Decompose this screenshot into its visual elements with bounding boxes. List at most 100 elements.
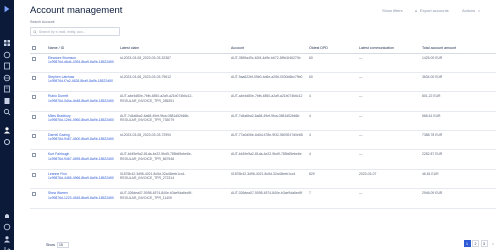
chevron-right-icon — [491, 242, 494, 245]
total-amount-cell: 2282.87 EUR — [420, 149, 496, 170]
account-name-link[interactable]: Eleanore Brumson — [48, 56, 76, 60]
select-all-checkbox[interactable] — [32, 45, 36, 50]
logout-icon[interactable] — [3, 241, 11, 250]
help-icon[interactable] — [3, 218, 11, 231]
account-id-link[interactable]: 1c99876d-f7a2-4628-8ba9-8a9b-18522d50 — [48, 79, 113, 83]
page-button-3[interactable]: 3 — [480, 240, 488, 247]
page-size-label: Show — [46, 242, 55, 247]
user-profile-icon[interactable] — [3, 230, 11, 243]
account-name-link[interactable]: Kurt Fairlough — [48, 152, 69, 156]
account-cell: AUT-7c8a6ba2-6a68-49ef-9fca-0881d52b66b — [229, 111, 307, 132]
table-row[interactable]: Miles Bradbury 1c99876d-12b4-4960-8ba9-8a… — [30, 111, 496, 132]
main-content: Account management Show filters Export a… — [14, 0, 496, 250]
reports-icon[interactable] — [3, 80, 11, 93]
account-id-link[interactable]: 1c99876d-9467-4595-8ba9-8a9b-18522d50 — [48, 157, 114, 161]
column-header-oldest-dpd[interactable]: Oldest DPD — [307, 44, 357, 54]
account-name-link[interactable]: Darrell Gazing — [48, 133, 70, 137]
notifications-icon[interactable] — [3, 207, 11, 218]
chevron-down-icon — [477, 9, 481, 12]
invoices-icon[interactable] — [3, 92, 11, 104]
account-cell: AUT-b449e9a2-81da-4e22-9bd9-785b69ebe6e — [229, 149, 307, 170]
column-header-account[interactable]: Account — [229, 44, 307, 54]
row-checkbox[interactable] — [32, 95, 36, 100]
table-header-row: Name / ID Latest claim Account Oldest DP… — [30, 44, 496, 54]
latest-claim-cell: id-2023-03-08_2023-03-03-79612 — [118, 72, 229, 93]
total-amount-cell: 801.22 EUR — [420, 91, 496, 112]
search-box[interactable] — [30, 27, 120, 36]
search-input[interactable] — [38, 29, 119, 34]
latest-communication-cell: — — [357, 130, 420, 151]
table-row[interactable]: Kurt Fairlough 1c99876d-9467-4595-8ba9-8a… — [30, 149, 496, 170]
row-checkbox[interactable] — [32, 114, 36, 119]
oldest-dpd-cell: 60 — [307, 72, 357, 93]
actions-label: Actions — [462, 8, 476, 13]
row-checkbox[interactable] — [32, 192, 36, 197]
total-amount-cell: 3634.00 EUR — [420, 72, 496, 93]
latest-claim-cell: id-2023-03-08_2023-03-03-32387 — [118, 53, 229, 73]
latest-claim-cell: AUT-b449e9a2-81da-4e22-9bd9-785b69ebe6e-… — [118, 149, 229, 170]
latest-communication-cell: — — [357, 149, 420, 170]
documents-icon[interactable] — [3, 57, 11, 70]
table-row[interactable]: Rubio Durrett 1c99876d-0d4a-4b48-8ba9-8a9… — [30, 91, 496, 112]
account-name-link[interactable]: Stephen Latchaw — [48, 75, 74, 79]
show-filters-button[interactable]: Show filters — [382, 8, 403, 13]
row-checkbox[interactable] — [32, 153, 36, 158]
latest-communication-cell: — — [357, 72, 420, 93]
table-row[interactable]: Leanne Finn 1c99876d-4465-4966-8ba9-8a9b-… — [30, 169, 496, 190]
account-id-link[interactable]: 1c99876d-4465-4966-8ba9-8a9b-18522d50 — [48, 176, 114, 180]
row-checkbox[interactable] — [32, 172, 36, 177]
table-row[interactable]: Darrell Gazing 1c99876d-9467-4600-8ba9-8a… — [30, 130, 496, 151]
oldest-dpd-cell: 829 — [307, 169, 357, 190]
row-checkbox[interactable] — [32, 75, 36, 80]
row-checkbox[interactable] — [32, 134, 36, 139]
column-header-latest-communication[interactable]: Latest communication — [357, 44, 420, 54]
globe-icon[interactable] — [3, 69, 11, 82]
latest-claim-cell: AUT-a4e4d80e-7bfb-4850-a2a9-a21b074b6c12… — [118, 91, 229, 112]
account-cell: AUT-a4e4d80e-7bfb-4850-a2a9-a21b074b6c12 — [229, 91, 307, 112]
export-accounts-button[interactable]: Export accounts — [414, 8, 449, 13]
column-header-latest-claim[interactable]: Latest claim — [118, 44, 229, 54]
latest-claim-cell: AUT-7c8a6ba2-6a68-49ef-9fca-0881d52b66b-… — [118, 111, 229, 132]
page-button-1[interactable]: 1 — [463, 240, 471, 247]
account-id-link[interactable]: 1c99876d-0d4a-4b48-8ba9-8a9b-18522d50 — [48, 99, 114, 103]
total-amount-cell: 2946.09 EUR — [420, 188, 496, 209]
page-button-2[interactable]: 2 — [472, 240, 479, 247]
latest-communication-cell: 2023-03-07 — [357, 169, 420, 190]
row-checkbox[interactable] — [32, 56, 36, 61]
account-id-link[interactable]: 1c99876d-12b4-4960-8ba9-8a9b-18522d50 — [48, 118, 114, 122]
accounts-icon[interactable] — [0, 119, 14, 134]
latest-claim-cell: 01876b42-3d96-4021-8c5d-32a45eeb1cc4-REG… — [118, 169, 229, 190]
account-cell: 01876b42-3d96-4021-8c5d-32a45eeb1cc4 — [229, 169, 307, 190]
total-amount-cell: 568.61 EUR — [420, 111, 496, 132]
search-nav-icon[interactable] — [3, 103, 11, 116]
page-title: Account management — [30, 5, 123, 16]
table-row[interactable]: Eleanore Brumson 1c99876d-d6d4-4394-8ba9-… — [30, 53, 496, 73]
account-id-link[interactable]: 1c99876d-d6d4-4394-8ba9-8a9b-18522d50 — [48, 60, 114, 64]
cases-icon[interactable] — [3, 46, 11, 59]
total-amount-cell: 1425.00 EUR — [420, 53, 496, 73]
account-name-link[interactable]: Leanne Finn — [48, 172, 67, 176]
next-page-button[interactable] — [489, 240, 496, 247]
column-header-total-amount[interactable]: Total account amount — [420, 44, 496, 54]
column-header-name[interactable]: Name / ID — [46, 44, 118, 54]
table-row[interactable]: Shea Warren 1c99876d-1223-4545-8ba9-8a9b-… — [30, 188, 496, 209]
dashboard-icon[interactable] — [3, 34, 11, 46]
export-accounts-label: Export accounts — [420, 8, 449, 13]
actions-button[interactable]: Actions — [462, 8, 481, 13]
sidebar — [0, 0, 14, 250]
accounts-table: Name / ID Latest claim Account Oldest DP… — [30, 44, 496, 209]
account-id-link[interactable]: 1c99876d-1223-4545-8ba9-8a9b-18522d50 — [48, 196, 114, 200]
settings-icon[interactable] — [3, 133, 11, 145]
account-name-link[interactable]: Miles Bradbury — [48, 114, 71, 118]
total-amount-cell: 46.81 EUR — [420, 169, 496, 190]
table-footer: Show 15 1 2 3 — [30, 240, 496, 249]
account-name-link[interactable]: Shea Warren — [48, 191, 68, 195]
latest-communication-cell: — — [357, 91, 420, 112]
app-logo-icon[interactable] — [3, 5, 11, 13]
page-size-value: 15 — [59, 242, 63, 247]
table-row[interactable]: Stephen Latchaw 1c99876d-f7a2-4628-8ba9-8… — [30, 72, 496, 93]
account-id-link[interactable]: 1c99876d-9467-4600-8ba9-8a9b-18522d50 — [48, 137, 114, 141]
account-name-link[interactable]: Rubio Durrett — [48, 94, 68, 98]
page-size-select[interactable]: 15 — [57, 241, 69, 248]
account-cell: AUT-3559a49c-62f4-4d9e-b672-8f9d1f46270b — [229, 53, 307, 73]
